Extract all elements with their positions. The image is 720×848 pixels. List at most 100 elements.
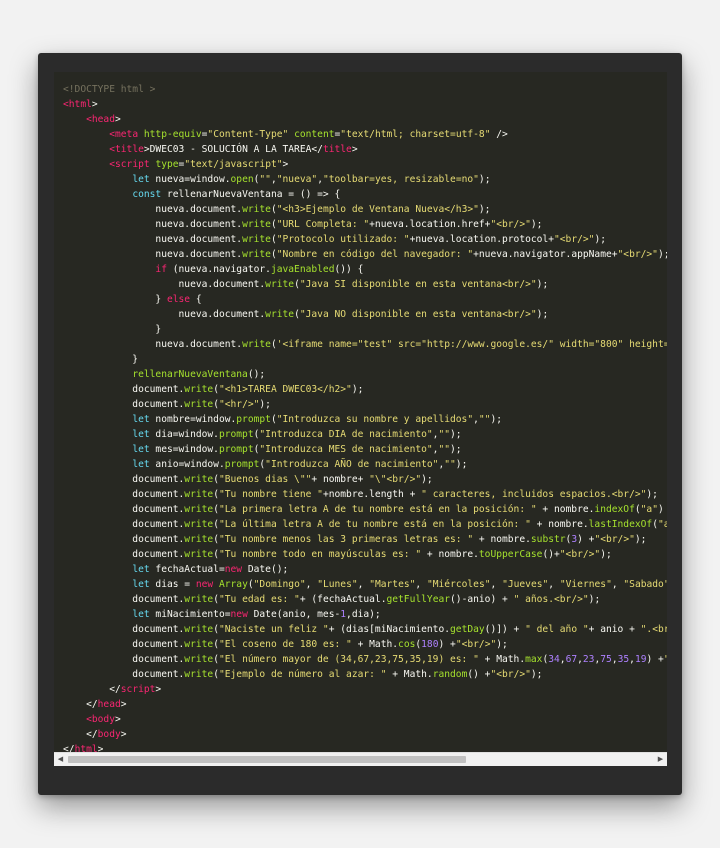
code-token: write <box>184 474 214 485</box>
code-token: indexOf <box>594 504 635 515</box>
code-token: let <box>132 444 150 455</box>
code-token: "<br/>" <box>490 219 531 230</box>
code-token: "<h1>TAREA DWEC03</h2>" <box>218 384 352 395</box>
code-token: ); <box>530 219 543 230</box>
code-line: } else { <box>63 292 667 307</box>
code-token: "Tu nombre tiene " <box>218 489 323 500</box>
code-token: </ <box>63 684 121 695</box>
scrollbar-thumb[interactable] <box>68 756 466 763</box>
scroll-left-arrow-icon[interactable]: ◀ <box>54 753 67 766</box>
code-token: "Jueves" <box>502 579 549 590</box>
code-token: "<hr/>" <box>218 399 260 410</box>
code-token: http-equiv <box>143 129 202 140</box>
code-token: <html <box>63 99 92 110</box>
code-token: 19 <box>634 654 647 665</box>
code-token: } <box>63 324 162 335</box>
code-token: Date(anio, mes- <box>247 609 341 620</box>
code-token: write <box>242 204 271 215</box>
code-token: let <box>132 609 150 620</box>
code-token: ); <box>634 534 647 545</box>
code-token: "<br/>" <box>559 549 601 560</box>
code-token: write <box>265 309 295 320</box>
code-token: "Java SI disponible en esta ventana<br/>… <box>299 279 537 290</box>
code-token: </ <box>63 744 75 752</box>
code-token: rellenarNuevaVentana = () => { <box>161 189 341 200</box>
code-token: , <box>305 579 318 590</box>
code-token: >DWEC03 - SOLUCIÓN A LA TAREA</ <box>143 144 323 155</box>
code-token: nueva.document. <box>63 339 243 350</box>
code-token: "" <box>444 459 456 470</box>
code-token: ); <box>450 444 462 455</box>
code-line: } <box>63 322 667 337</box>
code-token: "Naciste un feliz " <box>218 624 329 635</box>
code-token: > <box>120 699 127 710</box>
code-token: else <box>166 294 191 305</box>
code-token: <!DOCTYPE html > <box>63 84 156 95</box>
code-token: > <box>351 144 358 155</box>
code-token: document. <box>63 624 185 635</box>
code-token: " caracteres, incluidos espacios.<br/>" <box>421 489 647 500</box>
code-line: let dia=window.prompt("Introduzca DIA de… <box>63 427 667 442</box>
code-token: +nombre.length + <box>322 489 422 500</box>
code-token: new <box>195 579 214 590</box>
code-token: , <box>611 579 624 590</box>
code-token: document. <box>63 519 185 530</box>
code-token: "Introduzca MES de nacimiento" <box>259 444 433 455</box>
code-editor[interactable]: <!DOCTYPE html > <html > <head> <meta http… <box>54 72 667 752</box>
code-token: "Martes" <box>369 579 416 590</box>
code-token: head <box>97 699 121 710</box>
code-token: nueva.document. <box>63 249 243 260</box>
code-token: ); <box>490 414 503 425</box>
code-token: +nueva.location.href+ <box>369 219 491 230</box>
horizontal-scrollbar[interactable]: ◀ ▶ <box>54 752 667 766</box>
code-token: "<br/>" <box>554 234 595 245</box>
code-token: "" <box>438 444 451 455</box>
code-token: , <box>357 579 370 590</box>
code-token: + Math. <box>478 654 526 665</box>
code-token: ); <box>478 174 491 185</box>
scroll-right-arrow-icon[interactable]: ▶ <box>654 753 667 766</box>
code-token: +nueva.navigator.appName+ <box>473 249 618 260</box>
code-token: "URL Completa: " <box>276 219 370 230</box>
code-token: { <box>190 294 202 305</box>
code-token: ,dia); <box>346 609 381 620</box>
code-token: ); <box>594 234 606 245</box>
code-line: <head> <box>63 112 667 127</box>
code-token: let <box>132 429 150 440</box>
code-line: let dias = new Array("Domingo", "Lunes",… <box>63 577 667 592</box>
code-token: "<br/>" <box>490 669 531 680</box>
code-line: </html> <box>63 742 667 752</box>
code-token: "toolbar=yes, resizable=no" <box>322 174 479 185</box>
code-token: "Lunes" <box>317 579 358 590</box>
code-token: ) + <box>577 534 595 545</box>
code-line: let mes=window.prompt("Introduzca MES de… <box>63 442 667 457</box>
code-line: nueva.document.write("<h3>Ejemplo de Ven… <box>63 202 667 217</box>
code-token: ); <box>496 639 508 650</box>
code-token: "El coseno de 180 es: " <box>218 639 352 650</box>
code-token: > <box>120 729 127 740</box>
code-token: nueva.document. <box>63 234 243 245</box>
code-token: +nueva.location.protocol+ <box>409 234 554 245</box>
code-token: ".<br/>" <box>640 624 667 635</box>
code-line: nueva.document.write('<iframe name="test… <box>63 337 667 352</box>
code-line: document.write("<hr/>"); <box>63 397 667 412</box>
code-token: type <box>155 159 179 170</box>
code-token: script <box>120 684 156 695</box>
code-token: let <box>132 174 150 185</box>
code-token: anio=window. <box>149 459 225 470</box>
code-token: <meta <box>109 129 144 140</box>
code-token: "Ejemplo de número al azar: " <box>218 669 387 680</box>
code-token: ); <box>530 669 543 680</box>
code-token: let <box>132 459 150 470</box>
code-line: <body> <box>63 712 667 727</box>
code-token: "Introduzca AÑO de nacimiento" <box>265 459 439 470</box>
code-token: prompt <box>218 429 254 440</box>
code-line: let nueva=window.open("","nueva","toolba… <box>63 172 667 187</box>
code-token: nueva.document. <box>63 204 243 215</box>
code-token: "nueva" <box>276 174 318 185</box>
